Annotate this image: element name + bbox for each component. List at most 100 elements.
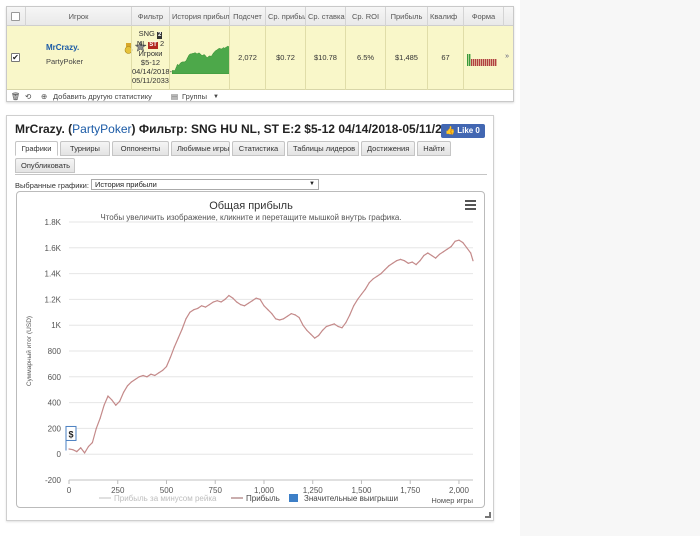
column-header-qualif[interactable]: Квалиф	[427, 7, 463, 26]
chart-subtitle: Чтобы увеличить изображение, кликните и …	[100, 213, 401, 222]
chevron-down-icon[interactable]: ▼	[213, 94, 219, 100]
profit-point	[212, 301, 214, 303]
legend-item[interactable]: Прибыль за минусом рейка	[99, 494, 217, 503]
tab-find[interactable]: Найти	[417, 141, 451, 156]
profit-point	[150, 373, 152, 375]
row-expand-link[interactable]: »	[505, 53, 509, 60]
tab-leaderboards[interactable]: Таблицы лидеров	[287, 141, 359, 156]
chart-select-dropdown[interactable]: История прибыли ▼	[91, 179, 319, 190]
filter-limit: NL	[136, 39, 147, 48]
tab-statistics[interactable]: Статистика	[232, 141, 285, 156]
filter-players-label: Игроки	[138, 49, 163, 58]
profit-point	[177, 337, 179, 339]
select-all-checkbox[interactable]	[11, 12, 20, 21]
column-header-history[interactable]: История прибыли	[169, 7, 229, 26]
form-bar	[495, 59, 497, 66]
flag-label: $	[68, 429, 73, 439]
tab-opponents[interactable]: Оппоненты	[112, 141, 169, 156]
profit-point	[134, 378, 136, 380]
profit-point	[271, 313, 273, 315]
legend-item[interactable]: Значительные выигрыши	[289, 494, 398, 503]
chevron-down-icon: ▼	[309, 181, 315, 187]
hamburger-menu-icon[interactable]	[465, 200, 476, 210]
profile-title: MrCrazy. (PartyPoker) Фильтр: SNG HU NL,…	[15, 122, 462, 136]
filter-cell: SNG 2 NL ST 2 Игроки $5-12 04/14/2018- 0…	[131, 26, 172, 90]
tab-publish[interactable]: Опубликовать	[15, 158, 75, 173]
legend-item[interactable]: Прибыль	[231, 494, 280, 503]
form-bar	[493, 59, 495, 66]
profit-point	[423, 254, 425, 257]
profit-point	[107, 395, 109, 397]
profit-point	[341, 327, 343, 329]
column-header-filter[interactable]: Фильтр	[131, 7, 169, 26]
column-header-avg-roi[interactable]: Ср. ROI	[345, 7, 385, 26]
table-row[interactable]: ✔ MrCrazy. PartyPoker SNG 2 NL ST 2 Игро…	[7, 26, 513, 90]
profit-point	[372, 278, 374, 280]
profit-point	[204, 306, 207, 308]
y-tick-label: 1.4K	[45, 270, 62, 279]
history-sparkline-cell[interactable]	[169, 26, 230, 90]
row-checkbox[interactable]: ✔	[11, 53, 20, 62]
big-win-flag[interactable]: $	[65, 425, 77, 451]
filter-game: SNG	[138, 29, 155, 38]
add-stats-link[interactable]: Добавить другую статистику	[53, 92, 152, 101]
profit-point	[314, 337, 316, 339]
groups-dropdown[interactable]: Группы	[182, 92, 207, 101]
column-header-avg-profit[interactable]: Ср. прибыль	[265, 7, 305, 26]
count-cell: 2,072	[229, 26, 265, 90]
profit-chart[interactable]: Общая прибыльЧтобы увеличить изображение…	[17, 192, 484, 507]
tab-tournaments[interactable]: Турниры	[60, 141, 110, 156]
add-stats-icon[interactable]: ⊕	[41, 92, 47, 101]
column-header-avg-stake[interactable]: Ср. ставка	[305, 7, 345, 26]
profit-point	[232, 297, 234, 299]
profit-point	[325, 325, 327, 328]
tab-charts[interactable]: Графики	[15, 141, 58, 156]
column-header-player[interactable]: Игрок	[25, 7, 131, 26]
profit-point	[224, 298, 226, 300]
tab-achievements[interactable]: Достижения	[361, 141, 415, 156]
profit-point	[345, 322, 347, 324]
profit-point	[181, 328, 183, 330]
profit-sparkline	[172, 45, 230, 74]
profit-point	[123, 391, 125, 393]
column-header-count[interactable]: Подсчет	[229, 7, 265, 26]
column-header-extra	[503, 7, 515, 26]
avg-profit-cell: $0.72	[265, 26, 305, 90]
profit-point	[357, 298, 359, 300]
profit-point	[80, 447, 82, 449]
facebook-like-button[interactable]: 👍 Like 0	[441, 124, 485, 138]
profit-series-line	[68, 239, 474, 454]
refresh-icon[interactable]: ⟲	[25, 92, 31, 101]
tab-favorite-games[interactable]: Любимые игры	[171, 141, 230, 156]
form-bar	[491, 59, 493, 66]
profile-player-name: MrCrazy.	[15, 122, 65, 136]
profit-point	[438, 253, 441, 255]
profit-cell: $1,485	[385, 26, 427, 90]
resize-handle-icon[interactable]	[485, 512, 491, 518]
trash-icon[interactable]: 🗑	[11, 92, 21, 101]
y-tick-label: 1K	[51, 321, 61, 330]
profit-chart-container[interactable]: Общая прибыль Чтобы увеличить изображение…	[16, 191, 485, 508]
profit-point	[240, 304, 242, 306]
player-name-link[interactable]: MrCrazy.	[46, 43, 79, 52]
profit-point	[403, 260, 405, 262]
profit-point	[435, 257, 437, 259]
form-bar	[467, 54, 469, 66]
table-toolbar: 🗑 ⟲ ⊕ Добавить другую статистику ▤ Групп…	[7, 91, 513, 103]
profit-point	[255, 297, 257, 299]
profit-point	[368, 282, 370, 284]
profit-point	[76, 451, 78, 453]
profit-point	[169, 356, 171, 358]
profit-point	[103, 404, 105, 406]
profit-point	[220, 301, 222, 303]
column-header-profit[interactable]: Прибыль	[385, 7, 427, 26]
y-tick-label: 600	[48, 373, 62, 382]
filter-badge-players: 2	[157, 32, 163, 39]
groups-icon[interactable]: ▤	[171, 92, 178, 101]
column-header-form[interactable]: Форма	[463, 7, 503, 26]
filter-date-end: 05/11/2033	[132, 76, 169, 85]
profit-point	[275, 318, 277, 320]
profit-point	[158, 372, 160, 374]
profit-point	[318, 334, 320, 337]
profile-site-link[interactable]: PartyPoker	[72, 122, 131, 136]
